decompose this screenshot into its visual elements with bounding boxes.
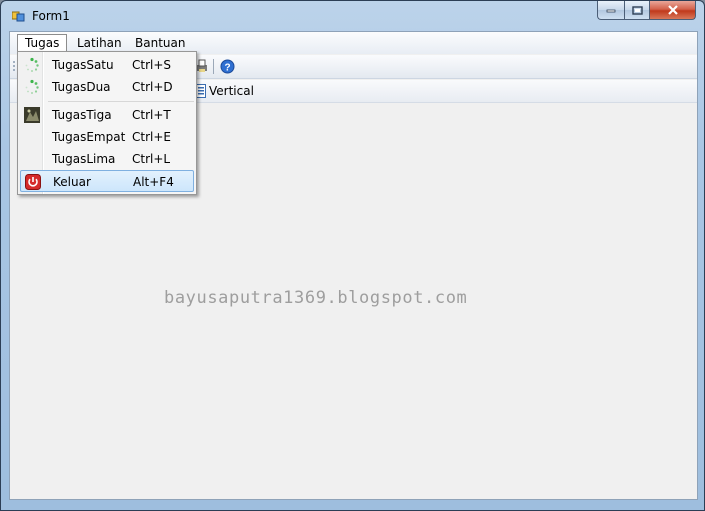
- menu-item-label: TugasTiga: [52, 108, 112, 122]
- menu-separator: [48, 101, 194, 102]
- help-icon[interactable]: ?: [220, 59, 235, 74]
- menu-item-shortcut: Ctrl+T: [132, 108, 171, 122]
- tugas-dropdown-menu: TugasSatu Ctrl+S TugasDua Ctrl+D TugasTi…: [17, 51, 197, 195]
- power-exit-icon: [25, 174, 41, 190]
- window-title: Form1: [32, 9, 70, 23]
- menu-item-shortcut: Ctrl+E: [132, 130, 171, 144]
- menu-item-shortcut: Ctrl+L: [132, 152, 171, 166]
- menu-item-shortcut: Ctrl+D: [132, 80, 173, 94]
- layout-vertical-label[interactable]: Vertical: [209, 84, 254, 98]
- menu-item-keluar[interactable]: Keluar Alt+F4: [20, 170, 194, 192]
- picture-thumbnail-icon: [24, 107, 40, 123]
- menu-item-tugastiga[interactable]: TugasTiga Ctrl+T: [20, 104, 194, 126]
- caption-buttons: [597, 1, 696, 21]
- toolbar-grip-icon[interactable]: [12, 60, 16, 74]
- loading-spinner-icon: [25, 79, 39, 94]
- toolbar-separator: [213, 59, 214, 74]
- blog-watermark: bayusaputra1369.blogspot.com: [164, 288, 468, 308]
- menu-item-label: TugasEmpat: [52, 130, 126, 144]
- maximize-button[interactable]: [624, 1, 650, 20]
- menu-item-tugasdua[interactable]: TugasDua Ctrl+D: [20, 76, 194, 98]
- menu-latihan[interactable]: Latihan: [69, 35, 130, 52]
- loading-spinner-icon: [25, 57, 39, 72]
- svg-text:?: ?: [224, 63, 230, 74]
- maximize-icon: [631, 5, 643, 15]
- menu-bantuan[interactable]: Bantuan: [127, 35, 193, 52]
- layout-vertical-icon: [196, 84, 206, 98]
- menu-item-shortcut: Alt+F4: [133, 175, 174, 189]
- menu-item-label: TugasSatu: [52, 58, 114, 72]
- close-icon: [667, 5, 678, 15]
- menu-item-label: TugasLima: [52, 152, 116, 166]
- menu-item-label: Keluar: [53, 175, 91, 189]
- menu-item-shortcut: Ctrl+S: [132, 58, 172, 72]
- minimize-icon: [606, 9, 616, 13]
- print-icon[interactable]: [196, 59, 208, 73]
- menu-item-label: TugasDua: [52, 80, 111, 94]
- title-bar[interactable]: Form1: [1, 1, 704, 31]
- close-button[interactable]: [650, 1, 696, 20]
- menu-item-tugassatu[interactable]: TugasSatu Ctrl+S: [20, 54, 194, 76]
- menu-item-tugaslima[interactable]: TugasLima Ctrl+L: [20, 148, 194, 170]
- form-app-icon: [12, 11, 25, 22]
- menu-item-tugasempat[interactable]: TugasEmpat Ctrl+E: [20, 126, 194, 148]
- minimize-button[interactable]: [597, 1, 624, 20]
